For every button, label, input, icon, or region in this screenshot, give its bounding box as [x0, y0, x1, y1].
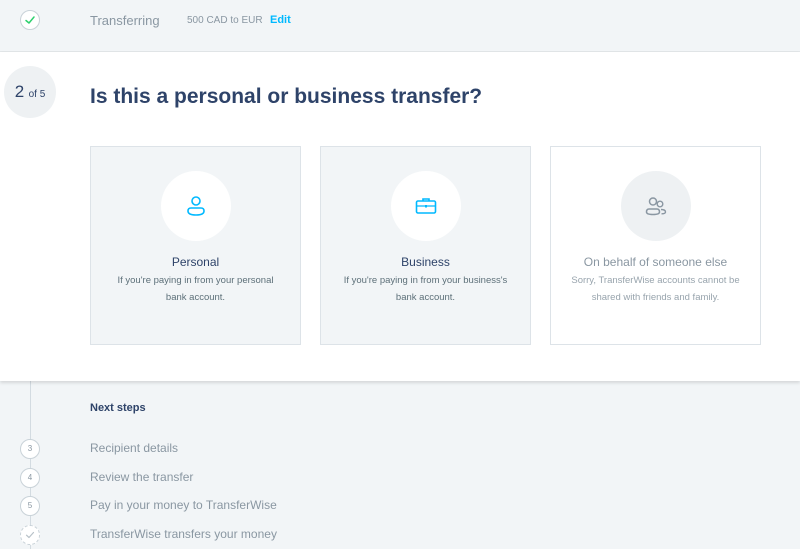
check-icon: [25, 16, 35, 24]
option-icon-wrap: [161, 171, 231, 241]
option-description: Sorry, TransferWise accounts cannot be s…: [571, 275, 740, 303]
person-icon: [187, 196, 205, 216]
step-number-circle: 5: [20, 496, 40, 516]
final-step-marker: [20, 525, 40, 545]
next-step-item: 3 Recipient details: [0, 439, 800, 461]
next-step-label: Pay in your money to TransferWise: [90, 498, 277, 512]
next-step-item: TransferWise transfers your money: [0, 525, 800, 547]
transfer-flow-page: Transferring 500 CAD to EUR Edit 2 of 5 …: [0, 0, 800, 549]
next-steps-heading: Next steps: [90, 402, 146, 414]
completed-step-marker: [20, 10, 40, 30]
briefcase-icon: [415, 198, 437, 214]
next-step-label: TransferWise transfers your money: [90, 527, 277, 541]
option-title: Personal: [171, 255, 220, 269]
step-counter: 2 of 5: [4, 66, 56, 118]
next-step-label: Recipient details: [90, 441, 179, 455]
option-description: If you're paying in from your business's…: [343, 275, 508, 303]
next-step-item: 4 Review the transfer: [0, 468, 800, 490]
option-title: Business: [401, 255, 450, 269]
edit-link[interactable]: Edit: [270, 14, 291, 26]
check-icon: [25, 531, 35, 539]
current-step-panel: 2 of 5 Is this a personal or business tr…: [0, 52, 800, 381]
transfer-amount: 500 CAD to EUR: [187, 15, 263, 26]
option-icon-wrap: [621, 171, 691, 241]
option-card-on-behalf: On behalf of someone else Sorry, Transfe…: [550, 146, 761, 345]
completed-step-bar: Transferring 500 CAD to EUR Edit: [0, 0, 800, 52]
step-number-circle: 4: [20, 468, 40, 488]
option-card-business[interactable]: Business If you're paying in from your b…: [320, 146, 531, 345]
page-title: Is this a personal or business transfer?: [90, 85, 483, 108]
people-icon: [645, 197, 667, 216]
option-title: On behalf of someone else: [583, 255, 728, 269]
option-card-personal[interactable]: Personal If you're paying in from your p…: [90, 146, 301, 345]
next-step-item: 5 Pay in your money to TransferWise: [0, 496, 800, 518]
step-number: 2: [14, 82, 25, 101]
step-total: of 5: [28, 89, 46, 100]
next-step-label: Review the transfer: [90, 470, 194, 484]
option-icon-wrap: [391, 171, 461, 241]
completed-step-label: Transferring: [90, 13, 160, 28]
option-description: If you're paying in from your personal b…: [117, 275, 274, 303]
step-number-circle: 3: [20, 439, 40, 459]
